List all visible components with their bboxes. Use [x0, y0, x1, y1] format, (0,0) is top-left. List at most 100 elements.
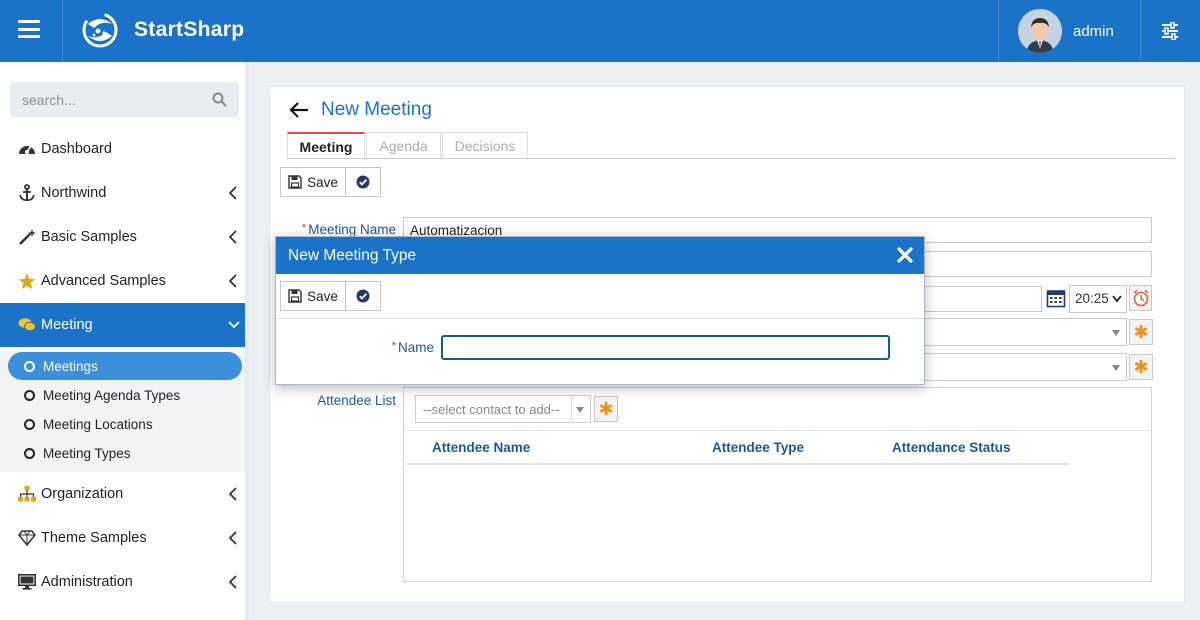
apply-changes-button[interactable] — [345, 167, 381, 197]
chevron-left-icon — [229, 531, 237, 545]
circle-icon — [24, 447, 35, 459]
submenu-item-meeting-agenda-types[interactable]: Meeting Agenda Types — [8, 381, 242, 409]
search-icon[interactable] — [212, 92, 227, 107]
asterisk-icon: ✱ — [598, 399, 614, 419]
select-divider — [571, 396, 572, 422]
check-circle-icon — [356, 175, 370, 189]
name-input[interactable] — [441, 335, 890, 360]
sidebar-search — [10, 82, 239, 117]
circle-icon — [24, 360, 35, 372]
sidebar-item-label: Basic Samples — [41, 229, 137, 245]
star-icon — [18, 272, 36, 290]
new-meeting-type-dialog: New Meeting Type Save * Name — [275, 236, 925, 385]
sitemap-icon — [18, 485, 36, 503]
tab-meeting[interactable]: Meeting — [287, 132, 365, 159]
check-circle-icon — [356, 289, 370, 303]
dashboard-icon — [18, 140, 36, 158]
set-now-button[interactable] — [1129, 285, 1152, 311]
submenu-item-label: Meeting Agenda Types — [43, 387, 181, 403]
top-navbar: StartSharp admin — [0, 0, 1200, 62]
dialog-divider — [276, 318, 924, 319]
dialog-apply-button[interactable] — [345, 281, 381, 311]
chevron-left-icon — [229, 230, 237, 244]
add-location-button[interactable]: ✱ — [1129, 354, 1153, 380]
diamond-icon — [18, 529, 36, 547]
add-contact-button[interactable]: ✱ — [594, 396, 618, 422]
dialog-title-bar[interactable]: New Meeting Type — [276, 237, 924, 274]
sidebar-item-dashboard[interactable]: Dashboard — [0, 127, 249, 171]
chevron-left-icon — [229, 274, 237, 288]
sidebar-item-meeting[interactable]: Meeting — [0, 303, 249, 347]
column-header-attendance-status[interactable]: Attendance Status — [892, 440, 1011, 455]
asterisk-icon: ✱ — [1133, 322, 1149, 342]
circle-icon — [24, 418, 35, 430]
comments-icon — [18, 316, 36, 334]
back-arrow-icon[interactable] — [289, 101, 309, 119]
location-select[interactable] — [900, 353, 1127, 381]
required-marker: * — [301, 222, 307, 234]
sidebar-item-advanced-samples[interactable]: Advanced Samples — [0, 259, 249, 303]
sidebar-item-label: Advanced Samples — [41, 273, 166, 289]
meeting-type-select[interactable] — [900, 318, 1127, 346]
chevron-left-icon — [229, 487, 237, 501]
username[interactable]: admin — [1073, 23, 1114, 40]
chevron-left-icon — [229, 186, 237, 200]
avatar[interactable] — [1018, 9, 1062, 53]
sidebar-item-label: Dashboard — [41, 141, 112, 157]
start-time-select[interactable]: 20:25 — [1069, 285, 1127, 313]
submenu-item-meeting-types[interactable]: Meeting Types — [8, 439, 242, 467]
tab-agenda[interactable]: Agenda — [366, 132, 441, 159]
chevron-down-icon — [1112, 295, 1122, 303]
sidebar-item-organization[interactable]: Organization — [0, 472, 249, 516]
sliders-icon[interactable] — [1160, 22, 1180, 40]
submenu-item-meetings[interactable]: Meetings — [8, 352, 242, 380]
dropdown-caret-icon — [1112, 365, 1120, 371]
sidebar-item-label: Organization — [41, 486, 124, 502]
header-divider — [1140, 0, 1141, 62]
sidebar-item-label: Northwind — [41, 185, 107, 201]
tab-decisions[interactable]: Decisions — [442, 132, 528, 159]
magic-wand-icon — [18, 228, 36, 246]
add-meeting-type-button[interactable]: ✱ — [1129, 319, 1153, 345]
dialog-save-button[interactable]: Save — [280, 281, 346, 311]
sidebar-item-label: Meeting — [41, 317, 93, 333]
close-icon[interactable] — [896, 246, 914, 264]
page-title: New Meeting — [321, 99, 432, 120]
calendar-icon[interactable] — [1046, 288, 1066, 308]
menu-toggle-icon[interactable] — [18, 20, 40, 38]
search-input[interactable] — [10, 82, 200, 117]
submenu-item-label: Meeting Types — [43, 445, 131, 461]
grid-header-divider — [404, 463, 1069, 465]
sidebar-item-theme-samples[interactable]: Theme Samples — [0, 516, 249, 560]
dropdown-caret-icon — [576, 407, 584, 413]
header-divider — [998, 0, 999, 62]
column-header-attendee-name[interactable]: Attendee Name — [432, 440, 530, 455]
sidebar-item-northwind[interactable]: Northwind — [0, 171, 249, 215]
grid-toolbar-divider — [404, 430, 1151, 431]
anchor-icon — [18, 184, 36, 202]
floppy-disk-icon — [288, 289, 302, 303]
sidebar-scrollbar[interactable] — [245, 62, 249, 620]
tabs-divider — [287, 158, 1175, 159]
sidebar-item-administration[interactable]: Administration — [0, 560, 249, 604]
name-label: * Name — [391, 340, 434, 355]
chevron-left-icon — [229, 575, 237, 589]
contact-select[interactable]: --select contact to add-- — [415, 395, 591, 423]
submenu-item-label: Meeting Locations — [43, 416, 153, 432]
sidebar-item-basic-samples[interactable]: Basic Samples — [0, 215, 249, 259]
header-divider — [62, 0, 63, 62]
circle-icon — [24, 389, 35, 401]
asterisk-icon: ✱ — [1133, 357, 1149, 377]
dialog-title: New Meeting Type — [288, 247, 417, 264]
submenu-item-meeting-locations[interactable]: Meeting Locations — [8, 410, 242, 438]
submenu-item-label: Meetings — [43, 358, 98, 374]
required-marker: * — [391, 340, 396, 352]
startsharp-logo-icon — [82, 12, 118, 48]
brand-name[interactable]: StartSharp — [134, 18, 244, 42]
sidebar: Dashboard Northwind Basic Samples Advanc… — [0, 62, 249, 620]
desktop-icon — [18, 573, 36, 591]
attendee-list-label: Attendee List — [317, 393, 396, 408]
column-header-attendee-type[interactable]: Attendee Type — [712, 440, 804, 455]
sidebar-item-label: Theme Samples — [41, 530, 147, 546]
save-button[interactable]: Save — [280, 167, 346, 197]
